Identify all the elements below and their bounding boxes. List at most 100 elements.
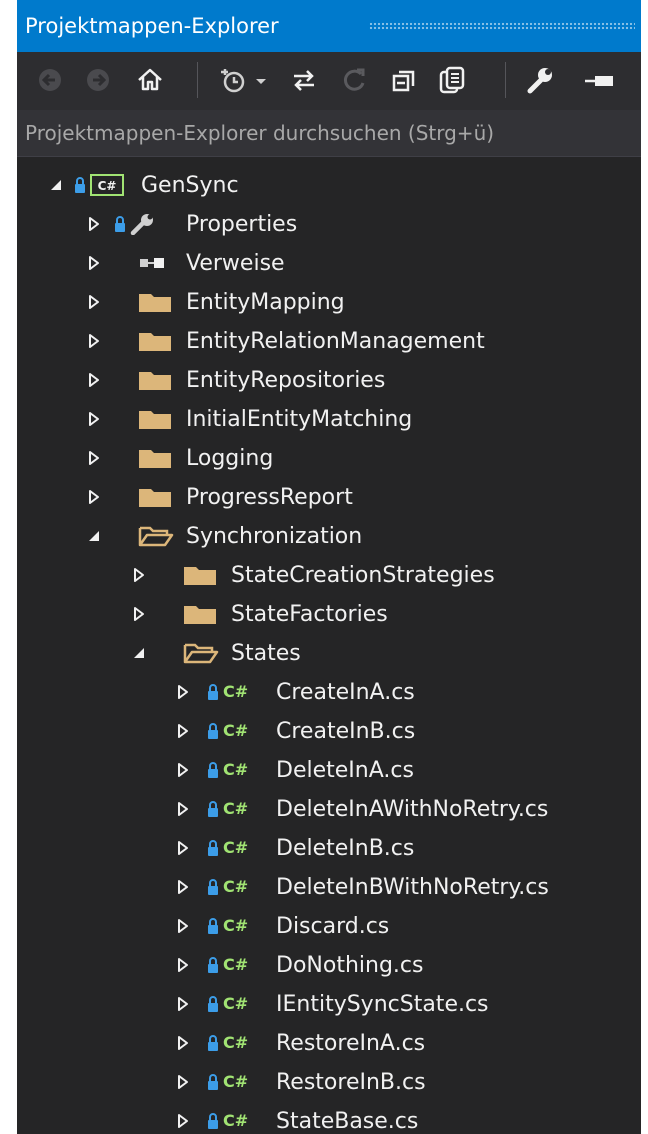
tree-item-createinb-cs[interactable]: C# CreateInB.cs: [17, 712, 641, 751]
collapsed-arrow-icon[interactable]: [174, 800, 192, 818]
tree-item-gensync[interactable]: C# GenSync: [17, 166, 641, 205]
tree-item-label: Properties: [186, 212, 298, 237]
tree-item-entitymapping[interactable]: EntityMapping: [17, 283, 641, 322]
forward-icon[interactable]: [83, 64, 113, 96]
tree-item-label: ProgressReport: [186, 485, 353, 510]
folder-icon: [138, 291, 172, 313]
lock-icon: [207, 837, 219, 859]
csharp-file-icon: C#: [223, 682, 249, 701]
collapsed-arrow-icon[interactable]: [174, 917, 192, 935]
csharp-file-icon: C#: [223, 877, 249, 896]
collapsed-arrow-icon[interactable]: [85, 371, 103, 389]
collapsed-arrow-icon[interactable]: [85, 215, 103, 233]
tree-item-statecreationstrategies[interactable]: StateCreationStrategies: [17, 556, 641, 595]
tree-item-label: StateCreationStrategies: [231, 563, 495, 588]
title-bar[interactable]: Projektmappen-Explorer: [17, 0, 641, 52]
collapsed-arrow-icon[interactable]: [85, 449, 103, 467]
folder-icon: [138, 369, 172, 391]
tree-item-progressreport[interactable]: ProgressReport: [17, 478, 641, 517]
lock-icon: [207, 1071, 219, 1093]
expanded-arrow-icon[interactable]: [130, 644, 148, 662]
tree-item-entityrepositories[interactable]: EntityRepositories: [17, 361, 641, 400]
tree-item-label: RestoreInB.cs: [276, 1070, 426, 1095]
tree-item-ientitysyncstate-cs[interactable]: C# IEntitySyncState.cs: [17, 985, 641, 1024]
collapsed-arrow-icon[interactable]: [174, 878, 192, 896]
collapsed-arrow-icon[interactable]: [85, 488, 103, 506]
tree-item-deleteina-cs[interactable]: C# DeleteInA.cs: [17, 751, 641, 790]
tree-item-label: Logging: [186, 446, 274, 471]
collapsed-arrow-icon[interactable]: [85, 254, 103, 272]
tree-item-discard-cs[interactable]: C# Discard.cs: [17, 907, 641, 946]
tree-item-deleteinb-cs[interactable]: C# DeleteInB.cs: [17, 829, 641, 868]
collapsed-arrow-icon[interactable]: [85, 332, 103, 350]
tree-item-deleteinbwithnoretry-cs[interactable]: C# DeleteInBWithNoRetry.cs: [17, 868, 641, 907]
tree-item-label: InitialEntityMatching: [186, 407, 413, 432]
tree-item-logging[interactable]: Logging: [17, 439, 641, 478]
tree-item-label: DeleteInA.cs: [276, 758, 414, 783]
folder-icon: [138, 408, 172, 430]
collapsed-arrow-icon[interactable]: [174, 956, 192, 974]
tree-item-initialentitymatching[interactable]: InitialEntityMatching: [17, 400, 641, 439]
tree-item-states[interactable]: States: [17, 634, 641, 673]
sync-icon[interactable]: [289, 64, 319, 96]
collapsed-arrow-icon[interactable]: [174, 1073, 192, 1091]
show-all-files-icon[interactable]: [437, 64, 467, 96]
tree-item-synchronization[interactable]: Synchronization: [17, 517, 641, 556]
collapsed-arrow-icon[interactable]: [85, 293, 103, 311]
tree-item-statebase-cs[interactable]: C# StateBase.cs: [17, 1102, 641, 1134]
collapsed-arrow-icon[interactable]: [174, 722, 192, 740]
pin-icon[interactable]: [583, 64, 613, 96]
tree-item-createina-cs[interactable]: C# CreateInA.cs: [17, 673, 641, 712]
tree-item-label: Discard.cs: [276, 914, 390, 939]
tree-item-label: DoNothing.cs: [276, 953, 424, 978]
collapsed-arrow-icon[interactable]: [130, 605, 148, 623]
toolbar: [17, 52, 641, 110]
tree-item-label: States: [231, 641, 301, 666]
collapsed-arrow-icon[interactable]: [174, 761, 192, 779]
tree-item-restoreinb-cs[interactable]: C# RestoreInB.cs: [17, 1063, 641, 1102]
lock-icon: [207, 798, 219, 820]
tree-item-entityrelationmanagement[interactable]: EntityRelationManagement: [17, 322, 641, 361]
folder-icon: [138, 486, 172, 508]
collapsed-arrow-icon[interactable]: [174, 995, 192, 1013]
tree-item-restoreina-cs[interactable]: C# RestoreInA.cs: [17, 1024, 641, 1063]
csharp-file-icon: C#: [223, 721, 249, 740]
lock-icon: [207, 876, 219, 898]
csharp-file-icon: C#: [223, 1111, 249, 1130]
collapsed-arrow-icon[interactable]: [174, 1034, 192, 1052]
csharp-file-icon: C#: [223, 994, 249, 1013]
tree-item-label: GenSync: [141, 173, 239, 198]
lock-icon: [207, 993, 219, 1015]
tree-item-verweise[interactable]: Verweise: [17, 244, 641, 283]
search-input[interactable]: Projektmappen-Explorer durchsuchen (Strg…: [17, 110, 641, 157]
collapsed-arrow-icon[interactable]: [130, 566, 148, 584]
folder-icon: [183, 564, 217, 586]
properties-icon[interactable]: [525, 64, 555, 96]
csharp-file-icon: C#: [223, 799, 249, 818]
tree-item-deleteinawithnoretry-cs[interactable]: C# DeleteInAWithNoRetry.cs: [17, 790, 641, 829]
home-icon[interactable]: [135, 64, 165, 96]
folder-open-icon: [138, 525, 174, 547]
history-icon[interactable]: [217, 64, 247, 96]
refresh-icon[interactable]: [339, 64, 369, 96]
lock-icon: [207, 954, 219, 976]
tree-item-properties[interactable]: Properties: [17, 205, 641, 244]
lock-icon: [207, 720, 219, 742]
lock-icon: [114, 213, 126, 235]
tree-item-donothing-cs[interactable]: C# DoNothing.cs: [17, 946, 641, 985]
tree-item-label: DeleteInAWithNoRetry.cs: [276, 797, 549, 822]
tree-item-statefactories[interactable]: StateFactories: [17, 595, 641, 634]
expanded-arrow-icon[interactable]: [85, 527, 103, 545]
tree-item-label: CreateInB.cs: [276, 719, 416, 744]
collapse-all-icon[interactable]: [389, 64, 419, 96]
tree-item-label: IEntitySyncState.cs: [276, 992, 489, 1017]
collapsed-arrow-icon[interactable]: [85, 410, 103, 428]
expanded-arrow-icon[interactable]: [47, 176, 65, 194]
collapsed-arrow-icon[interactable]: [174, 839, 192, 857]
back-icon[interactable]: [35, 64, 65, 96]
window-title: Projektmappen-Explorer: [25, 14, 279, 38]
dropdown-icon[interactable]: [251, 64, 271, 96]
title-grip: [369, 22, 635, 30]
collapsed-arrow-icon[interactable]: [174, 683, 192, 701]
collapsed-arrow-icon[interactable]: [174, 1112, 192, 1130]
